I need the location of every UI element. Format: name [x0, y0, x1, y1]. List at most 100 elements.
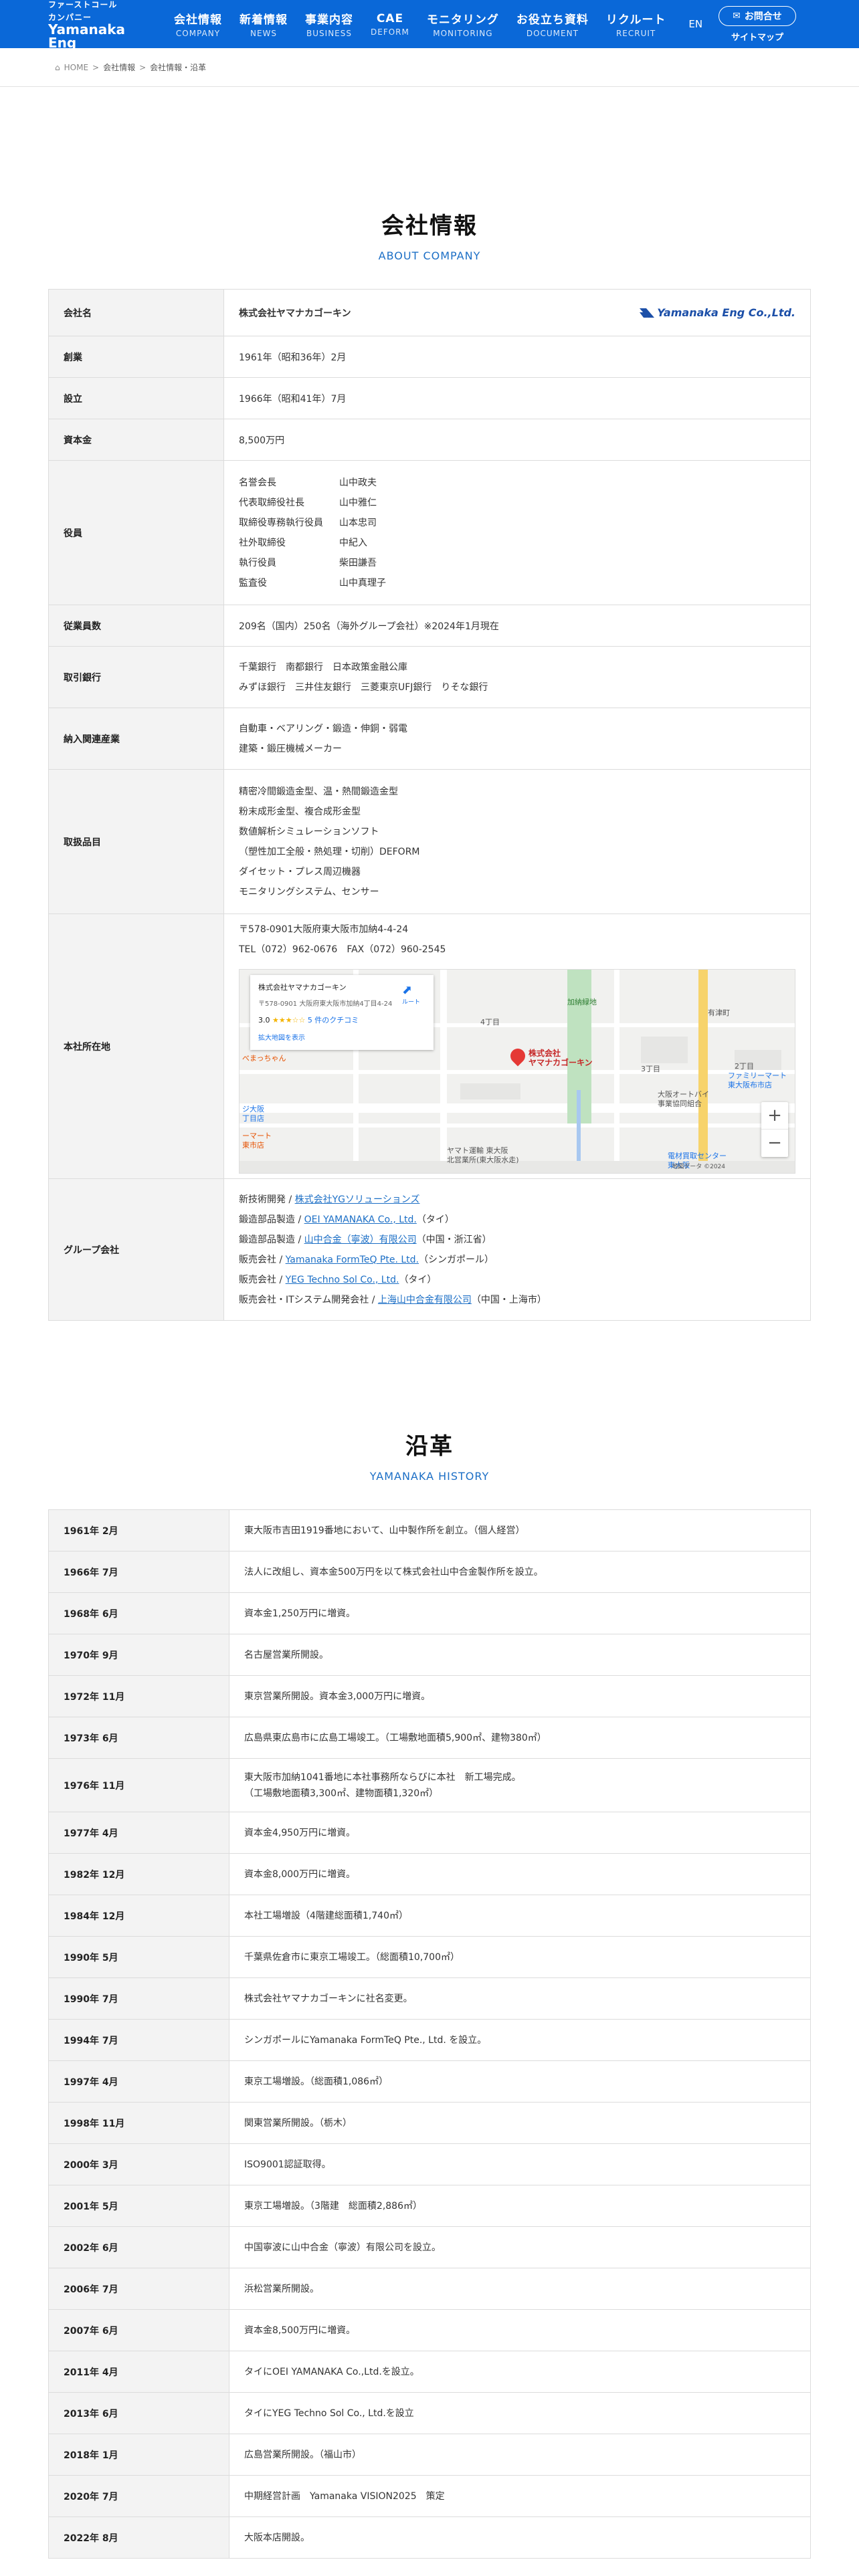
officer-role: 代表取締役社長 — [239, 497, 304, 508]
history-date: 2020年 7月 — [48, 2475, 229, 2517]
history-row: 2022年 8月 大阪本店開設。 — [48, 2516, 811, 2559]
directions-button[interactable]: ⬈ ルート — [402, 983, 420, 1006]
logo-mark: Yamanaka Eng — [48, 21, 126, 51]
group-link[interactable]: Yamanaka FormTeQ Pte. Ltd. — [286, 1255, 419, 1265]
history-date: 1977年 4月 — [48, 1812, 229, 1854]
history-row: 1990年 7月 株式会社ヤマナカゴーキンに社名変更。 — [48, 1977, 811, 2020]
contact-label: お問合せ — [744, 11, 782, 22]
nav-sublabel: BUSINESS — [306, 29, 352, 38]
nav-document[interactable]: お役立ち資料 DOCUMENT — [516, 10, 589, 38]
history-event: 株式会社ヤマナカゴーキンに社名変更。 — [229, 1977, 811, 2020]
row-value: 自動車・ベアリング・鍛造・伸銅・弱電 建築・鍛圧機械メーカー — [223, 708, 811, 770]
history-row: 2011年 4月 タイにOEI YAMANAKA Co.,Ltd.を設立。 — [48, 2351, 811, 2393]
group-suffix: （中国・浙江省） — [416, 1234, 492, 1245]
history-event: タイにOEI YAMANAKA Co.,Ltd.を設立。 — [229, 2351, 811, 2393]
group-link[interactable]: 山中合金（寧波）有限公司 — [304, 1235, 417, 1245]
zoom-in-button[interactable]: + — [761, 1102, 788, 1130]
history-event: 東京営業所開設。資本金3,000万円に増資。 — [229, 1675, 811, 1717]
history-row: 1982年 12月 資本金8,000万円に増資。 — [48, 1853, 811, 1895]
table-row: 納入関連産業 自動車・ベアリング・鍛造・伸銅・弱電 建築・鍛圧機械メーカー — [48, 708, 811, 770]
site-logo[interactable]: ファーストコール カンパニー Yamanaka Eng — [48, 0, 128, 49]
breadcrumb-item[interactable]: 会社情報 — [103, 62, 135, 73]
nav-monitoring[interactable]: モニタリング MONITORING — [427, 10, 499, 38]
nav-sublabel: NEWS — [250, 29, 278, 38]
group-link[interactable]: YEG Techno Sol Co., Ltd. — [286, 1275, 399, 1285]
history-event-line: タイにYEG Techno Sol Co., Ltd.を設立 — [244, 2407, 414, 2419]
history-table: 1961年 2月 東大阪市吉田1919番地において、山中製作所を創立。（個人経営）… — [48, 1509, 811, 2559]
nav-news[interactable]: 新着情報 NEWS — [240, 10, 288, 38]
group-link[interactable]: 上海山中合金有限公司 — [378, 1295, 472, 1305]
history-row: 1977年 4月 資本金4,950万円に増資。 — [48, 1812, 811, 1854]
breadcrumb-home-label: HOME — [64, 62, 89, 72]
contact-button[interactable]: ✉ お問合せ — [719, 5, 796, 26]
history-event: 名古屋営業所開設。 — [229, 1634, 811, 1676]
group-item: 鍛造部品製造 / OEI YAMANAKA Co., Ltd.（タイ） — [239, 1210, 795, 1230]
history-event-line: 資本金8,000万円に増資。 — [244, 1868, 356, 1880]
breadcrumb-separator: > — [92, 62, 100, 72]
star-rating-icon: ★★★☆☆ — [272, 1015, 306, 1025]
map-attribution: 地図データ ©2024 — [672, 1163, 725, 1170]
officer-name: 山中雅仁 — [339, 497, 377, 508]
reviews-link[interactable]: 5 件のクチコミ — [308, 1016, 359, 1025]
history-event: 東京工場増設。（3階建 総面積2,886㎡） — [229, 2185, 811, 2227]
history-event-line: 東大阪市吉田1919番地において、山中製作所を創立。（個人経営） — [244, 1525, 525, 1536]
lang-switch-en[interactable]: EN — [688, 18, 702, 30]
history-event: 中期経営計画 Yamanaka VISION2025 策定 — [229, 2475, 811, 2517]
group-item: 販売会社・ITシステム開発会社 / 上海山中合金有限公司（中国・上海市） — [239, 1290, 795, 1310]
breadcrumb-separator: > — [139, 62, 147, 72]
group-prefix: 新技術開発 / — [239, 1194, 295, 1205]
table-row: 会社名 株式会社ヤマナカゴーキン Yamanaka Eng Co.,Ltd. — [48, 289, 811, 336]
history-row: 1968年 6月 資本金1,250万円に増資。 — [48, 1592, 811, 1634]
history-event-line: 浜松営業所開設。 — [244, 2283, 319, 2294]
map-rating: 3.0 ★★★☆☆ 5 件のクチコミ — [258, 1014, 425, 1025]
company-name: 株式会社ヤマナカゴーキン — [239, 308, 351, 319]
row-label: 納入関連産業 — [48, 708, 224, 770]
pin-label-line: 株式会社 — [529, 1048, 561, 1058]
history-date: 2002年 6月 — [48, 2226, 229, 2268]
group-prefix: 販売会社・ITシステム開発会社 / — [239, 1294, 378, 1305]
industry-line: 自動車・ベアリング・鍛造・伸銅・弱電 — [239, 723, 407, 734]
larger-map-link[interactable]: 拡大地図を表示 — [258, 1032, 425, 1042]
nav-company[interactable]: 会社情報 COMPANY — [174, 10, 222, 38]
industry-line: 建築・鍛圧機械メーカー — [239, 743, 342, 754]
group-prefix: 鍛造部品製造 / — [239, 1234, 304, 1245]
breadcrumb-home[interactable]: ⌂ HOME — [55, 63, 88, 72]
row-value: 〒578-0901大阪府東大阪市加納4-4-24 TEL（072）962-067… — [223, 914, 811, 1179]
sitemap-link[interactable]: サイトマップ — [731, 30, 783, 43]
product-line: 数値解析シミュレーションソフト — [239, 826, 379, 837]
row-value: 精密冷間鍛造金型、温・熱間鍛造金型 粉末成形金型、複合成形金型 数値解析シミュレ… — [223, 769, 811, 914]
history-row: 2006年 7月 浜松営業所開設。 — [48, 2268, 811, 2310]
history-date: 2018年 1月 — [48, 2434, 229, 2476]
row-label: 資本金 — [48, 419, 224, 461]
map-label: べまっちゃん — [242, 1053, 286, 1063]
group-link[interactable]: 株式会社YGソリューションズ — [295, 1194, 420, 1205]
history-date: 2007年 6月 — [48, 2309, 229, 2351]
history-date: 2000年 3月 — [48, 2143, 229, 2185]
history-event: 東京工場増設。（総面積1,086㎡） — [229, 2060, 811, 2103]
history-event: 広島県東広島市に広島工場竣工。（工場敷地面積5,900㎡、建物380㎡） — [229, 1717, 811, 1759]
history-event-line: 広島営業所開設。（福山市） — [244, 2449, 361, 2460]
history-row: 1984年 12月 本社工場増設（4階建総面積1,740㎡） — [48, 1895, 811, 1937]
officer-name: 柴田謙吾 — [339, 557, 377, 568]
history-date: 2013年 6月 — [48, 2392, 229, 2434]
map-label: 東大阪布市店 — [728, 1080, 772, 1089]
embedded-map[interactable]: 4丁目 加納緑地 有津町 3丁目 2丁目 ファミリーマート 東大阪布市店 大阪オ… — [239, 968, 795, 1174]
nav-recruit[interactable]: リクルート RECRUIT — [606, 10, 666, 38]
history-event-line: 東京工場増設。（総面積1,086㎡） — [244, 2076, 389, 2087]
group-prefix: 鍛造部品製造 / — [239, 1214, 304, 1225]
nav-sublabel: MONITORING — [433, 29, 493, 38]
history-event: 法人に改組し、資本金500万円を以て株式会社山中合金製作所を設立。 — [229, 1551, 811, 1593]
group-link[interactable]: OEI YAMANAKA Co., Ltd. — [304, 1214, 417, 1225]
map-label: 丁目店 — [242, 1113, 264, 1123]
nav-cae[interactable]: CAE DEFORM — [371, 12, 409, 37]
map-label: 加納緑地 — [567, 997, 597, 1006]
history-date: 1970年 9月 — [48, 1634, 229, 1676]
history-row: 1961年 2月 東大阪市吉田1919番地において、山中製作所を創立。（個人経営） — [48, 1509, 811, 1551]
nav-business[interactable]: 事業内容 BUSINESS — [305, 10, 353, 38]
site-header: ファーストコール カンパニー Yamanaka Eng 会社情報 COMPANY… — [0, 0, 859, 49]
history-event: 関東営業所開設。（栃木） — [229, 2102, 811, 2144]
table-row: 資本金 8,500万円 — [48, 419, 811, 461]
history-date: 1982年 12月 — [48, 1853, 229, 1895]
zoom-out-button[interactable]: − — [761, 1130, 788, 1157]
history-date: 1998年 11月 — [48, 2102, 229, 2144]
